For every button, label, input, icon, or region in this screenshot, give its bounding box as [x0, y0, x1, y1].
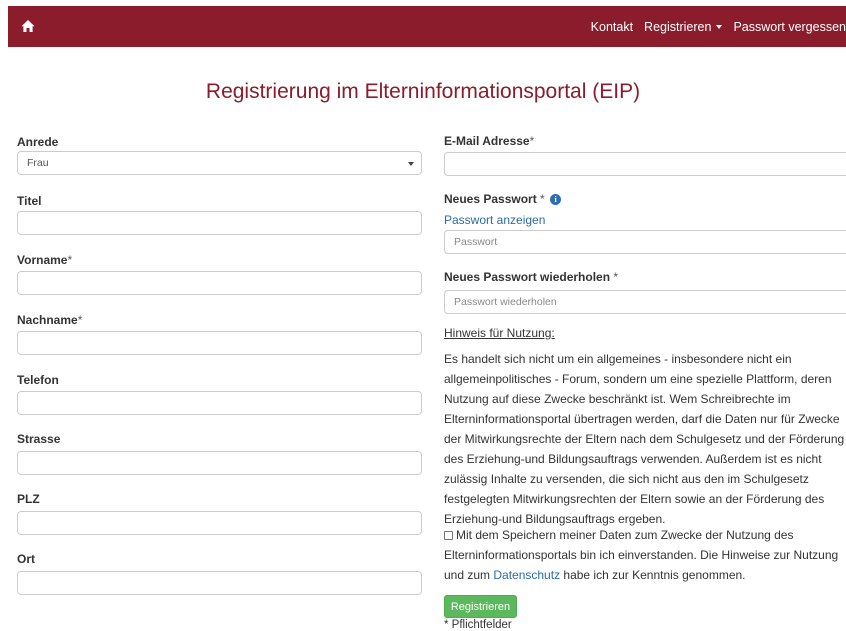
consent-checkbox[interactable]	[444, 531, 453, 540]
required-mark: *	[77, 313, 83, 327]
salutation-selected-value: Frau	[27, 157, 49, 169]
nav-links: Kontakt Registrieren Passwort vergessen	[591, 6, 846, 47]
city-label: Ort	[17, 552, 35, 566]
required-mark: *	[529, 134, 535, 148]
phone-label: Telefon	[17, 373, 59, 387]
repeat-password-label-text: Neues Passwort wiederholen	[444, 270, 611, 284]
info-icon[interactable]: i	[550, 194, 562, 205]
nav-register-dropdown[interactable]: Registrieren	[644, 19, 723, 34]
title-label: Titel	[17, 194, 42, 208]
zip-input[interactable]	[17, 511, 422, 535]
first-name-label: Vorname*	[17, 253, 72, 267]
top-navbar: Kontakt Registrieren Passwort vergessen	[8, 6, 846, 47]
salutation-select[interactable]: Frau	[17, 151, 422, 175]
consent-block: Mit dem Speichern meiner Daten zum Zweck…	[444, 525, 846, 585]
caret-down-icon	[716, 25, 723, 30]
city-input[interactable]	[17, 571, 422, 595]
repeat-password-label: Neues Passwort wiederholen *	[444, 270, 618, 284]
street-input[interactable]	[17, 451, 422, 475]
usage-hint-text: Es handelt sich nicht um ein allgemeines…	[444, 352, 845, 526]
phone-input[interactable]	[17, 391, 422, 415]
usage-hint-title: Hinweis für Nutzung:	[444, 326, 555, 340]
nav-forgot-password-link[interactable]: Passwort vergessen	[733, 20, 846, 34]
required-fields-note: * Pflichtfelder	[444, 619, 512, 631]
zip-label: PLZ	[17, 492, 40, 506]
first-name-label-text: Vorname	[17, 253, 68, 267]
nav-register-label: Registrieren	[644, 19, 712, 34]
last-name-input[interactable]	[17, 331, 422, 355]
salutation-label: Anrede	[17, 135, 59, 149]
home-icon[interactable]	[21, 19, 35, 33]
last-name-label-text: Nachname	[17, 313, 78, 327]
new-password-label: Neues Passwort * i	[444, 192, 562, 206]
nav-contact-link[interactable]: Kontakt	[591, 20, 633, 34]
show-password-link[interactable]: Passwort anzeigen	[444, 213, 545, 227]
required-mark: *	[536, 192, 545, 206]
email-label: E-Mail Adresse*	[444, 134, 534, 148]
title-input[interactable]	[17, 211, 422, 235]
required-mark: *	[67, 253, 73, 267]
page-title: Registrierung im Elterninformationsporta…	[205, 80, 641, 103]
email-input[interactable]	[444, 152, 846, 176]
street-label: Strasse	[17, 432, 61, 446]
select-caret-icon	[408, 162, 414, 166]
new-password-label-text: Neues Passwort	[444, 192, 537, 206]
repeat-password-input[interactable]	[444, 290, 846, 314]
last-name-label: Nachname*	[17, 313, 82, 327]
new-password-input[interactable]	[444, 230, 846, 254]
register-submit-button[interactable]: Registrieren	[444, 595, 517, 618]
required-mark: *	[610, 270, 619, 284]
email-label-text: E-Mail Adresse	[444, 134, 530, 148]
privacy-link[interactable]: Datenschutz	[493, 568, 560, 582]
consent-text-after: habe ich zur Kenntnis genommen.	[560, 568, 746, 582]
first-name-input[interactable]	[17, 271, 422, 295]
